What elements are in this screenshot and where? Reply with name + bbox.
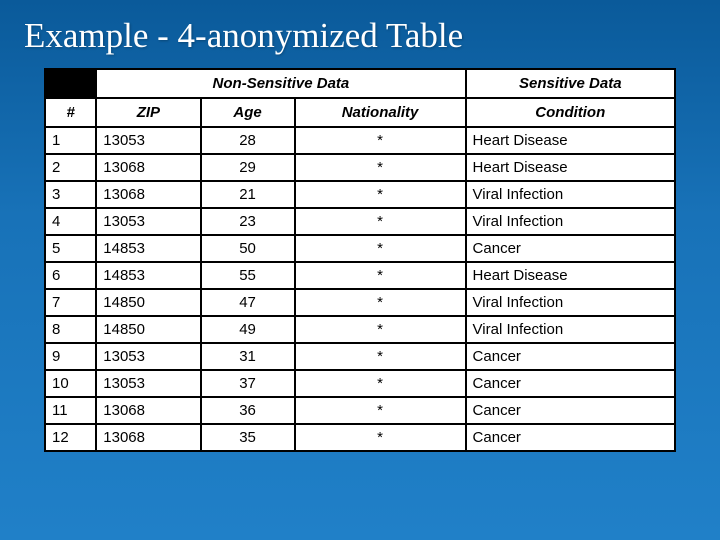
- col-header-index: #: [45, 98, 96, 127]
- table-row: 101305337*Cancer: [45, 370, 675, 397]
- cell-index: 9: [45, 343, 96, 370]
- cell-zip: 13068: [96, 154, 200, 181]
- cell-index: 1: [45, 127, 96, 154]
- cell-age: 37: [201, 370, 295, 397]
- cell-condition: Viral Infection: [466, 289, 675, 316]
- cell-nationality: *: [295, 343, 466, 370]
- cell-index: 10: [45, 370, 96, 397]
- cell-index: 3: [45, 181, 96, 208]
- cell-condition: Cancer: [466, 424, 675, 451]
- cell-age: 21: [201, 181, 295, 208]
- table-row: 31306821*Viral Infection: [45, 181, 675, 208]
- cell-zip: 13053: [96, 343, 200, 370]
- cell-nationality: *: [295, 154, 466, 181]
- cell-age: 28: [201, 127, 295, 154]
- cell-index: 4: [45, 208, 96, 235]
- cell-index: 2: [45, 154, 96, 181]
- cell-condition: Cancer: [466, 370, 675, 397]
- group-header-row: Non-Sensitive Data Sensitive Data: [45, 69, 675, 98]
- cell-nationality: *: [295, 181, 466, 208]
- cell-nationality: *: [295, 397, 466, 424]
- cell-age: 55: [201, 262, 295, 289]
- col-header-age: Age: [201, 98, 295, 127]
- cell-index: 6: [45, 262, 96, 289]
- col-header-nationality: Nationality: [295, 98, 466, 127]
- cell-zip: 14850: [96, 289, 200, 316]
- page-title: Example - 4-anonymized Table: [0, 0, 720, 56]
- cell-age: 35: [201, 424, 295, 451]
- cell-age: 36: [201, 397, 295, 424]
- group-header-sensitive: Sensitive Data: [466, 69, 675, 98]
- slide: Example - 4-anonymized Table Non-Sensiti…: [0, 0, 720, 540]
- cell-nationality: *: [295, 370, 466, 397]
- cell-nationality: *: [295, 235, 466, 262]
- cell-zip: 14853: [96, 235, 200, 262]
- column-header-row: # ZIP Age Nationality Condition: [45, 98, 675, 127]
- cell-condition: Viral Infection: [466, 316, 675, 343]
- cell-zip: 13068: [96, 397, 200, 424]
- col-header-condition: Condition: [466, 98, 675, 127]
- cell-zip: 13068: [96, 181, 200, 208]
- group-header-nonsensitive: Non-Sensitive Data: [96, 69, 465, 98]
- cell-zip: 14850: [96, 316, 200, 343]
- cell-index: 12: [45, 424, 96, 451]
- cell-nationality: *: [295, 424, 466, 451]
- cell-age: 23: [201, 208, 295, 235]
- table-container: Non-Sensitive Data Sensitive Data # ZIP …: [44, 68, 676, 452]
- cell-condition: Viral Infection: [466, 181, 675, 208]
- cell-index: 5: [45, 235, 96, 262]
- col-header-zip: ZIP: [96, 98, 200, 127]
- cell-condition: Heart Disease: [466, 262, 675, 289]
- cell-condition: Cancer: [466, 397, 675, 424]
- cell-nationality: *: [295, 262, 466, 289]
- cell-zip: 13053: [96, 127, 200, 154]
- table-row: 71485047*Viral Infection: [45, 289, 675, 316]
- blank-header-cell: [45, 69, 96, 98]
- table-row: 81485049*Viral Infection: [45, 316, 675, 343]
- table-row: 51485350*Cancer: [45, 235, 675, 262]
- cell-age: 50: [201, 235, 295, 262]
- table-row: 61485355*Heart Disease: [45, 262, 675, 289]
- table-body: 11305328*Heart Disease21306829*Heart Dis…: [45, 127, 675, 451]
- cell-nationality: *: [295, 208, 466, 235]
- table-row: 21306829*Heart Disease: [45, 154, 675, 181]
- anonymized-table: Non-Sensitive Data Sensitive Data # ZIP …: [44, 68, 676, 452]
- cell-condition: Heart Disease: [466, 127, 675, 154]
- cell-condition: Cancer: [466, 235, 675, 262]
- cell-age: 47: [201, 289, 295, 316]
- table-row: 111306836*Cancer: [45, 397, 675, 424]
- cell-index: 11: [45, 397, 96, 424]
- cell-age: 31: [201, 343, 295, 370]
- cell-zip: 13053: [96, 208, 200, 235]
- table-row: 121306835*Cancer: [45, 424, 675, 451]
- table-row: 41305323*Viral Infection: [45, 208, 675, 235]
- cell-nationality: *: [295, 316, 466, 343]
- cell-zip: 13068: [96, 424, 200, 451]
- cell-nationality: *: [295, 289, 466, 316]
- table-row: 11305328*Heart Disease: [45, 127, 675, 154]
- cell-condition: Viral Infection: [466, 208, 675, 235]
- cell-index: 7: [45, 289, 96, 316]
- table-row: 91305331*Cancer: [45, 343, 675, 370]
- cell-age: 29: [201, 154, 295, 181]
- cell-age: 49: [201, 316, 295, 343]
- cell-zip: 13053: [96, 370, 200, 397]
- cell-index: 8: [45, 316, 96, 343]
- cell-condition: Cancer: [466, 343, 675, 370]
- cell-condition: Heart Disease: [466, 154, 675, 181]
- cell-nationality: *: [295, 127, 466, 154]
- cell-zip: 14853: [96, 262, 200, 289]
